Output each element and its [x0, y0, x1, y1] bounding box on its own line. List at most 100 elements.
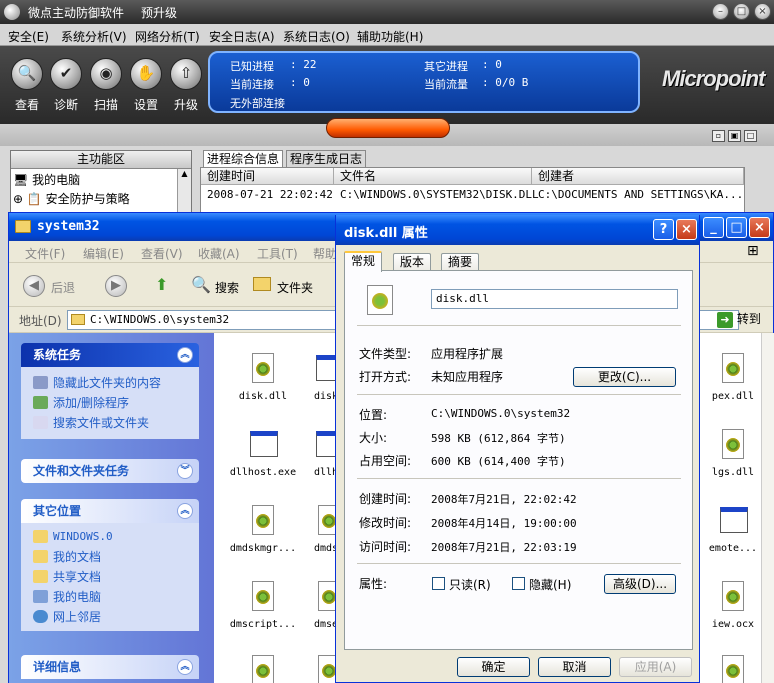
- file-item[interactable]: [698, 655, 768, 683]
- folders-button[interactable]: 文件夹: [277, 279, 313, 296]
- scan-button[interactable]: ◉ 扫描: [88, 58, 124, 113]
- tree-item-security-policy[interactable]: ⊕ 📋 安全防护与策略: [13, 190, 130, 207]
- expand-icon[interactable]: ⊕: [13, 192, 23, 206]
- file-item[interactable]: iew.ocx: [698, 581, 768, 630]
- tab-general[interactable]: 常规: [344, 251, 383, 272]
- dll-file-icon: [722, 429, 744, 459]
- up-folder-icon[interactable]: ⬆: [155, 275, 168, 294]
- task-search-files[interactable]: 搜索文件或文件夹: [31, 413, 199, 433]
- ok-button[interactable]: 确定: [457, 657, 530, 677]
- hidden-label[interactable]: 隐藏(H): [529, 576, 571, 593]
- help-icon[interactable]: ?: [653, 219, 674, 240]
- apply-button[interactable]: 应用(A): [619, 657, 692, 677]
- file-tasks-header[interactable]: 文件和文件夹任务 ︾: [21, 459, 199, 483]
- pre-upgrade-link[interactable]: 预升级: [141, 4, 177, 21]
- search-icon[interactable]: 🔍: [191, 275, 211, 294]
- view-button[interactable]: 🔍 查看: [9, 58, 45, 113]
- menu-tools[interactable]: 工具(T): [257, 245, 298, 262]
- menu-edit[interactable]: 编辑(E): [83, 245, 124, 262]
- tab-process-info[interactable]: 进程综合信息: [203, 150, 284, 167]
- place-shared-documents[interactable]: 共享文档: [31, 567, 199, 587]
- explorer-maximize-icon[interactable]: □: [726, 217, 747, 238]
- file-name-input[interactable]: disk.dll: [431, 289, 678, 309]
- col-header-filename[interactable]: 文件名: [334, 168, 532, 185]
- accessed-value: 2008年7月21日, 22:03:19: [431, 541, 577, 554]
- size-label: 大小:: [359, 431, 388, 445]
- close-icon[interactable]: ×: [754, 3, 771, 20]
- system-tasks-header[interactable]: 系统任务 ︽: [21, 343, 199, 367]
- menu-help[interactable]: 帮助: [313, 245, 337, 262]
- folders-icon[interactable]: [253, 277, 271, 291]
- place-windows[interactable]: WINDOWS.0: [31, 527, 199, 547]
- file-item[interactable]: pex.dll: [698, 353, 768, 402]
- menu-favorites[interactable]: 收藏(A): [198, 245, 240, 262]
- panel-max-icon[interactable]: □: [744, 130, 757, 142]
- settings-button[interactable]: ✋ 设置: [128, 58, 164, 113]
- tab-version[interactable]: 版本: [393, 253, 432, 271]
- diagnose-button[interactable]: ✔ 诊断: [48, 58, 84, 113]
- cell-created-time[interactable]: 2008-07-21 22:02:42: [207, 188, 333, 201]
- collapse-handle[interactable]: [326, 118, 450, 138]
- folder-icon: [15, 220, 31, 233]
- panel-tile-icon[interactable]: ▣: [728, 130, 741, 142]
- readonly-checkbox[interactable]: [432, 577, 445, 590]
- size-value: 598 KB (612,864 字节): [431, 432, 566, 445]
- search-files-icon: [33, 416, 48, 429]
- search-button[interactable]: 搜索: [215, 279, 239, 296]
- file-name: iew.ocx: [711, 619, 755, 630]
- collapse-chevron-icon[interactable]: ︽: [177, 659, 193, 675]
- place-my-computer[interactable]: 我的电脑: [31, 587, 199, 607]
- file-item[interactable]: dmdskmgr...: [228, 505, 298, 554]
- col-header-created-time[interactable]: 创建时间: [201, 168, 334, 185]
- file-list-scrollbar[interactable]: [761, 333, 774, 683]
- tree-item-my-computer[interactable]: 🖥 我的电脑: [13, 171, 80, 188]
- menu-network-analysis[interactable]: 网络分析(T): [135, 28, 200, 45]
- menu-security-log[interactable]: 安全日志(A): [209, 28, 275, 45]
- task-hide-folder-contents[interactable]: 隐藏此文件夹的内容: [31, 373, 199, 393]
- forward-arrow-icon[interactable]: ▶: [105, 275, 127, 297]
- upgrade-icon: ⇧: [179, 64, 193, 82]
- explorer-close-icon[interactable]: ×: [749, 217, 770, 238]
- place-network[interactable]: 网上邻居: [31, 607, 199, 627]
- menu-system-analysis[interactable]: 系统分析(V): [61, 28, 127, 45]
- cell-filename[interactable]: C:\WINDOWS.0\SYSTEM32\DISK.DLL: [340, 188, 539, 201]
- go-button[interactable]: ➜ 转到: [717, 310, 769, 330]
- upgrade-button[interactable]: ⇧ 升级: [168, 58, 204, 113]
- file-item[interactable]: dmscript...: [228, 581, 298, 630]
- file-item[interactable]: [228, 655, 298, 683]
- cancel-button[interactable]: 取消: [538, 657, 611, 677]
- dialog-close-icon[interactable]: ×: [676, 219, 697, 240]
- advanced-button[interactable]: 高级(D)...: [604, 574, 676, 594]
- menu-tools[interactable]: 辅助功能(H): [357, 28, 423, 45]
- hidden-checkbox[interactable]: [512, 577, 525, 590]
- other-places-header[interactable]: 其它位置 ︽: [21, 499, 199, 523]
- cell-creator[interactable]: C:\DOCUMENTS AND SETTINGS\KA...: [538, 188, 743, 201]
- policy-icon: 📋: [26, 192, 42, 206]
- file-item[interactable]: lgs.dll: [698, 429, 768, 478]
- menu-system-log[interactable]: 系统日志(O): [283, 28, 350, 45]
- back-arrow-icon[interactable]: ◀: [23, 275, 45, 297]
- col-header-creator[interactable]: 创建者: [532, 168, 744, 185]
- file-item[interactable]: disk.dll: [228, 353, 298, 402]
- readonly-label[interactable]: 只读(R): [449, 576, 491, 593]
- collapse-chevron-icon[interactable]: ︽: [177, 347, 193, 363]
- place-my-documents[interactable]: 我的文档: [31, 547, 199, 567]
- back-button[interactable]: 后退: [51, 279, 75, 296]
- details-header[interactable]: 详细信息 ︽: [21, 655, 199, 679]
- panel-restore-icon[interactable]: ▫: [712, 130, 725, 142]
- file-item[interactable]: dllhost.exe: [228, 429, 298, 478]
- minimize-icon[interactable]: –: [712, 3, 729, 20]
- maximize-icon[interactable]: □: [733, 3, 750, 20]
- separator: [357, 563, 681, 564]
- task-add-remove-programs[interactable]: 添加/删除程序: [31, 393, 199, 413]
- tab-summary[interactable]: 摘要: [441, 253, 480, 271]
- menu-security[interactable]: 安全(E): [8, 28, 49, 45]
- explorer-minimize-icon[interactable]: _: [703, 217, 724, 238]
- menu-view[interactable]: 查看(V): [141, 245, 183, 262]
- tab-program-log[interactable]: 程序生成日志: [286, 150, 367, 167]
- expand-chevron-icon[interactable]: ︾: [177, 463, 193, 479]
- change-button[interactable]: 更改(C)...: [573, 367, 676, 387]
- menu-file[interactable]: 文件(F): [25, 245, 65, 262]
- file-item[interactable]: emote...: [698, 505, 768, 554]
- collapse-chevron-icon[interactable]: ︽: [177, 503, 193, 519]
